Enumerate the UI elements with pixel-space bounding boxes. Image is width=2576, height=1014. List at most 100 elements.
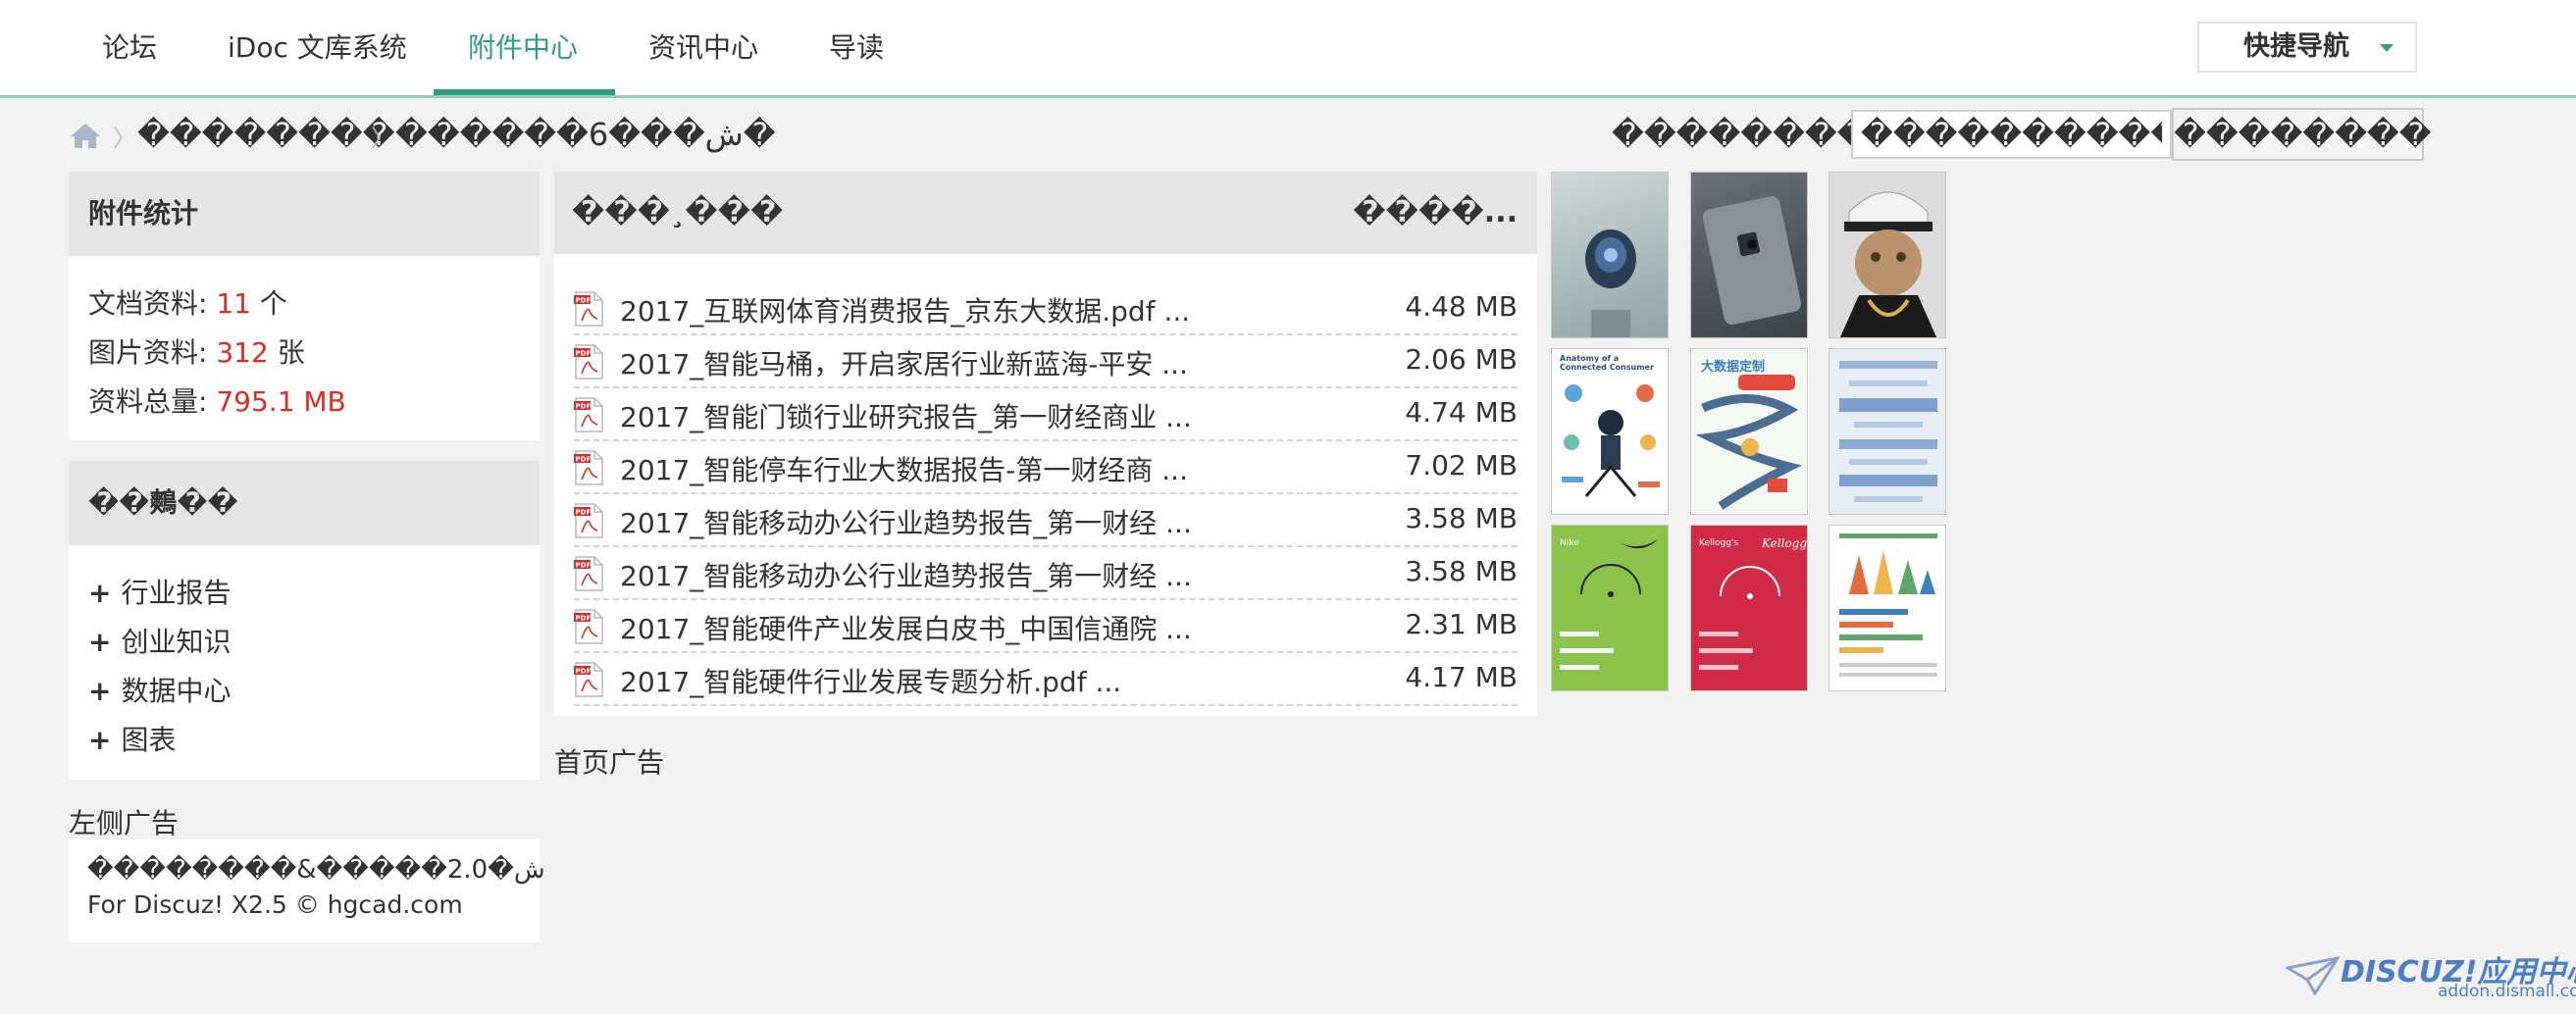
image-count-value: 312 — [216, 336, 269, 369]
svg-text:Anatomy of a: Anatomy of a — [1560, 354, 1619, 363]
file-name[interactable]: 2017_智能移动办公行业趋势报告_第一财经 ... — [620, 555, 1192, 594]
file-row[interactable]: PDF 2017_智能门锁行业研究报告_第一财经商业 ... 4.74 MB — [574, 386, 1518, 441]
doc-count-label: 文档资料: — [88, 287, 217, 320]
file-row[interactable]: PDF 2017_智能硬件产业发展白皮书_中国信通院 ... 2.31 MB — [574, 598, 1518, 653]
footer-line-2: For Discuz! X2.5 © hgcad.com — [87, 890, 463, 919]
watermark-url: addon.dismall.com — [2438, 982, 2576, 1001]
file-size: 2.06 MB — [1405, 343, 1518, 376]
thumbnail-big-data[interactable]: 大数据定制 — [1690, 348, 1808, 515]
category-label: 图表 — [121, 724, 177, 756]
svg-text:PDF: PDF — [576, 668, 592, 676]
top-navigation: 论坛 iDoc 文库系统 附件中心 资讯中心 导读 快捷导航 — [0, 0, 2576, 98]
breadcrumb-separator-icon: 〉 — [371, 125, 394, 152]
thumbnail-blurred-infographic[interactable] — [1829, 348, 1946, 515]
search-label: �������� — [1612, 116, 1870, 153]
file-name[interactable]: 2017_互联网体育消费报告_京东大数据.pdf ... — [620, 290, 1190, 330]
thumbnail-cat[interactable] — [1829, 172, 1946, 338]
category-panel: ��鷞�� + 行业报告 + 创业知识 + 数据中心 + 图表 — [69, 461, 540, 780]
pdf-file-icon: PDF — [574, 609, 603, 644]
search-button[interactable]: �������� — [2172, 108, 2432, 161]
plus-icon: + — [88, 724, 112, 756]
category-item-data-center[interactable]: + 数据中心 — [88, 670, 231, 709]
thumbnail-nike[interactable]: Nike — [1551, 525, 1669, 691]
thumbnail-chart-infographic[interactable] — [1829, 525, 1946, 691]
file-name[interactable]: 2017_智能门锁行业研究报告_第一财经商业 ... — [620, 396, 1192, 435]
file-name[interactable]: 2017_智能停车行业大数据报告-第一财经商 ... — [620, 449, 1188, 488]
left-ad-label: 左侧广告 — [69, 807, 180, 839]
stats-panel: 附件统计 文档资料: 11 个 图片资料: 312 张 资料总量: 795.1 … — [69, 172, 540, 440]
nav-item-guide[interactable]: 导读 — [829, 0, 884, 95]
file-size: 4.17 MB — [1405, 661, 1518, 693]
file-name[interactable]: 2017_智能马桶，开启家居行业新蓝海-平安 ... — [620, 343, 1188, 382]
home-ad-label: 首页广告 — [554, 746, 665, 779]
category-panel-title: ��鷞�� — [69, 461, 540, 545]
breadcrumb-separator-icon: 〉 — [113, 125, 136, 152]
nav-item-idoc[interactable]: iDoc 文库系统 — [228, 0, 407, 95]
total-size: 资料总量: 795.1 MB — [88, 380, 346, 420]
file-row[interactable]: PDF 2017_智能移动办公行业趋势报告_第一财经 ... 3.58 MB — [574, 492, 1518, 547]
plus-icon: + — [88, 675, 112, 707]
breadcrumb-current: ������ش���6� — [395, 116, 776, 153]
quick-nav-label: 快捷导航 — [2243, 31, 2349, 62]
file-list-panel: ���¸��� ����... PDF 2017_互联网体育消费报告_京东大数据.… — [554, 172, 1537, 716]
stats-panel-title: 附件统计 — [69, 172, 540, 256]
svg-text:Nike: Nike — [1560, 538, 1579, 548]
file-name[interactable]: 2017_智能移动办公行业趋势报告_第一财经 ... — [620, 502, 1192, 541]
file-list-title: ���¸��� — [572, 195, 784, 229]
pdf-file-icon: PDF — [574, 662, 603, 697]
pdf-file-icon: PDF — [574, 291, 603, 327]
pdf-file-icon: PDF — [574, 503, 603, 538]
thumbnail-connected-consumer[interactable]: Anatomy of a Connected Consumer — [1551, 348, 1669, 515]
file-size: 7.02 MB — [1405, 449, 1518, 482]
svg-text:Kellogg's: Kellogg's — [1761, 536, 1808, 550]
category-label: 创业知识 — [121, 626, 232, 658]
file-size: 3.58 MB — [1405, 502, 1518, 534]
svg-text:PDF: PDF — [576, 562, 592, 570]
category-item-charts[interactable]: + 图表 — [88, 719, 176, 758]
plus-icon: + — [88, 577, 112, 609]
file-row[interactable]: PDF 2017_互联网体育消费报告_京东大数据.pdf ... 4.48 MB — [574, 280, 1518, 335]
doc-count: 文档资料: 11 个 — [88, 282, 287, 322]
category-label: 行业报告 — [121, 577, 232, 609]
file-row[interactable]: PDF 2017_智能硬件行业发展专题分析.pdf ... 4.17 MB — [574, 651, 1518, 706]
image-count: 图片资料: 312 张 — [88, 331, 305, 371]
svg-text:PDF: PDF — [576, 456, 592, 464]
category-item-industry-report[interactable]: + 行业报告 — [88, 572, 231, 611]
category-label: 数据中心 — [121, 675, 232, 707]
svg-text:Kellogg's: Kellogg's — [1699, 538, 1738, 548]
file-list-more[interactable]: ����... — [1353, 195, 1518, 229]
file-name[interactable]: 2017_智能硬件行业发展专题分析.pdf ... — [620, 661, 1121, 700]
footer-line-1: ��������&�����2.0�ش — [87, 855, 545, 885]
svg-text:大数据定制: 大数据定制 — [1701, 359, 1765, 375]
file-size: 3.58 MB — [1405, 555, 1518, 587]
file-name[interactable]: 2017_智能硬件产业发展白皮书_中国信通院 ... — [620, 608, 1192, 647]
file-size: 4.48 MB — [1405, 290, 1518, 323]
nav-item-forum[interactable]: 论坛 — [102, 0, 157, 95]
thumbnail-webcam[interactable] — [1551, 172, 1669, 338]
thumbnail-smartphone[interactable] — [1690, 172, 1808, 338]
file-size: 4.74 MB — [1405, 396, 1518, 429]
total-size-value: 795.1 MB — [216, 385, 346, 418]
thumbnail-kelloggs[interactable]: Kellogg's Kellogg's — [1690, 525, 1808, 691]
svg-text:PDF: PDF — [576, 403, 592, 411]
file-row[interactable]: PDF 2017_智能移动办公行业趋势报告_第一财经 ... 3.58 MB — [574, 545, 1518, 600]
home-icon[interactable] — [69, 122, 102, 149]
nav-item-attachment-center[interactable]: 附件中心 — [468, 0, 578, 95]
doc-count-unit: 个 — [250, 287, 287, 320]
image-count-label: 图片资料: — [88, 336, 217, 369]
file-row[interactable]: PDF 2017_智能马桶，开启家居行业新蓝海-平安 ... 2.06 MB — [574, 333, 1518, 388]
file-row[interactable]: PDF 2017_智能停车行业大数据报告-第一财经商 ... 7.02 MB — [574, 439, 1518, 494]
pdf-file-icon: PDF — [574, 450, 603, 485]
plus-icon: + — [88, 626, 112, 658]
breadcrumb-item[interactable]: �������� — [137, 116, 395, 153]
nav-item-news-center[interactable]: 资讯中心 — [648, 0, 758, 95]
category-item-startup[interactable]: + 创业知识 — [88, 621, 231, 660]
active-tab-indicator — [434, 89, 615, 95]
image-count-unit: 张 — [268, 336, 305, 369]
pdf-file-icon: PDF — [574, 344, 603, 380]
chevron-down-icon — [2380, 44, 2394, 52]
quick-nav-dropdown[interactable]: 快捷导航 — [2197, 22, 2417, 73]
search-input[interactable] — [1851, 110, 2172, 159]
file-size: 2.31 MB — [1405, 608, 1518, 640]
pdf-file-icon: PDF — [574, 397, 603, 432]
